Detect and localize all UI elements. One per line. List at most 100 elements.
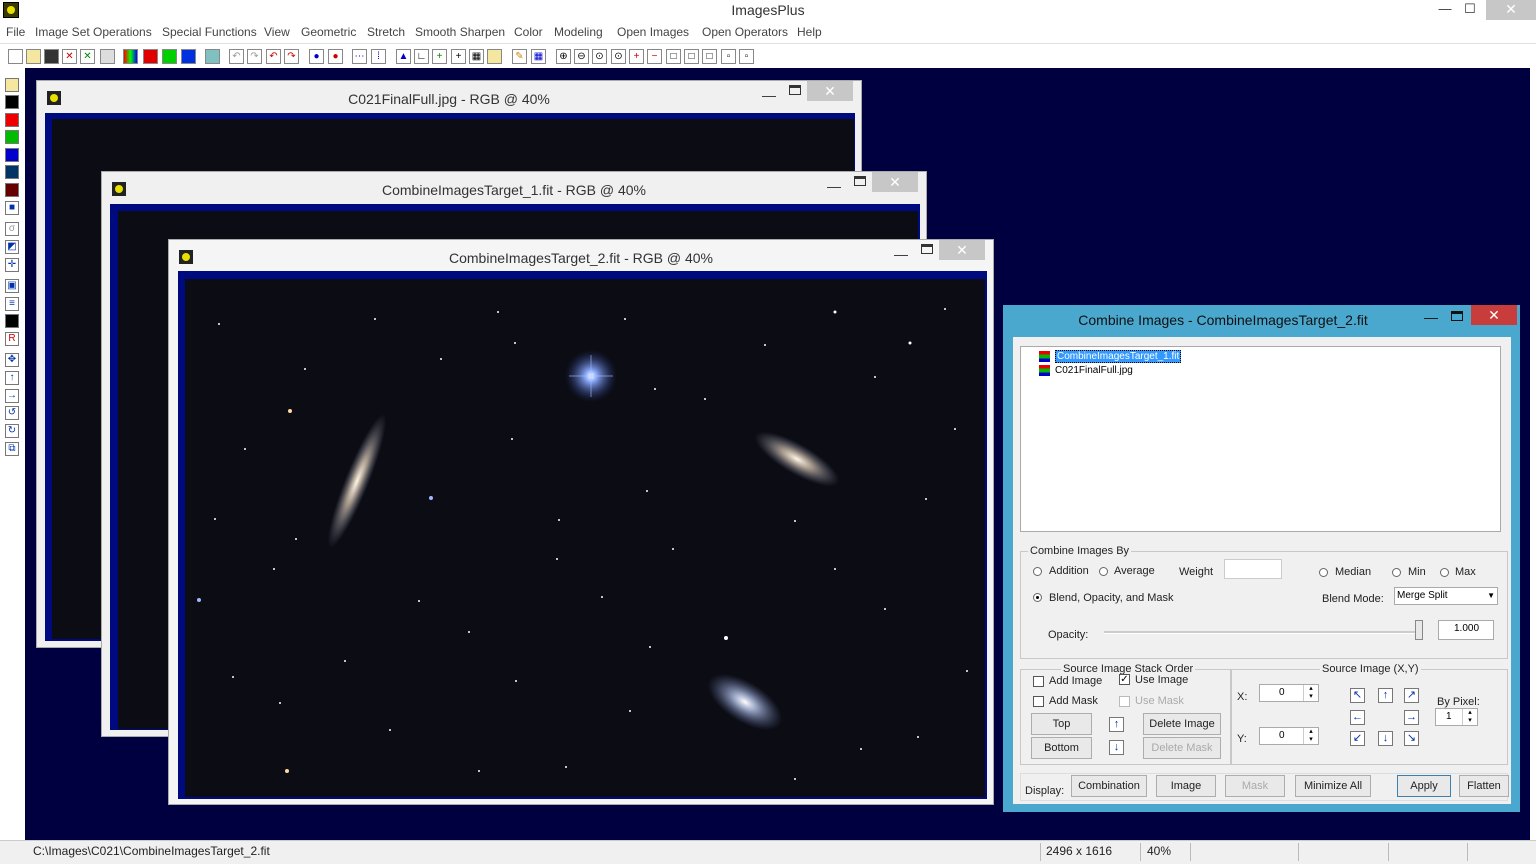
table-icon[interactable]: ▦ <box>531 49 546 64</box>
window-minimize-button[interactable]: — <box>827 178 841 194</box>
nudge-down-left-icon[interactable]: ↙ <box>1350 731 1365 746</box>
add-image-checkbox[interactable] <box>1033 676 1044 687</box>
tool-rotate-left-icon[interactable]: ↺ <box>5 406 19 420</box>
max-radio[interactable] <box>1440 568 1449 577</box>
image-stack-list[interactable]: CombineImagesTarget_1.fit C021FinalFull.… <box>1020 346 1501 532</box>
shrink-icon[interactable]: − <box>647 49 662 64</box>
tool-save-icon[interactable] <box>5 78 19 92</box>
tool-cyan-icon[interactable] <box>5 165 19 179</box>
dialog-close-button[interactable]: ✕ <box>1471 305 1517 325</box>
x-spinner[interactable]: ▴ ▾ <box>1303 685 1318 701</box>
menu-open-images[interactable]: Open Images <box>617 25 689 39</box>
tool-move-icon[interactable]: ✥ <box>5 353 19 367</box>
tool-rotate-right-icon[interactable]: ↻ <box>5 424 19 438</box>
rgb-channels-icon[interactable] <box>123 49 138 64</box>
blue-channel-icon[interactable] <box>181 49 196 64</box>
flatten-button[interactable]: Flatten <box>1459 775 1509 797</box>
histogram-icon[interactable]: ▲ <box>396 49 411 64</box>
y-spinner[interactable]: ▴ ▾ <box>1303 728 1318 744</box>
image-window-combineimagestarget-2[interactable]: CombineImagesTarget_2.fit - RGB @ 40% — … <box>168 239 994 805</box>
tool-up-arrow-icon[interactable]: ↑ <box>5 371 19 385</box>
delete-mask-button[interactable]: Delete Mask <box>1143 737 1221 759</box>
use-mask-checkbox[interactable] <box>1119 696 1130 707</box>
menu-open-operators[interactable]: Open Operators <box>702 25 788 39</box>
mask-button[interactable]: Mask <box>1225 775 1285 797</box>
close-image-icon[interactable]: ✕ <box>62 49 77 64</box>
opacity-slider-track[interactable] <box>1104 631 1416 634</box>
menu-color[interactable]: Color <box>514 25 543 39</box>
target-icon[interactable]: ● <box>309 49 324 64</box>
nudge-up-left-icon[interactable]: ↖ <box>1350 688 1365 703</box>
menu-image-set-operations[interactable]: Image Set Operations <box>35 25 152 39</box>
green-channel-icon[interactable] <box>162 49 177 64</box>
average-radio[interactable] <box>1099 567 1108 576</box>
crosshair-alt-icon[interactable]: + <box>451 49 466 64</box>
window-close-button[interactable]: ✕ <box>939 240 985 260</box>
window-small-icon[interactable]: ▫ <box>721 49 736 64</box>
opacity-slider-thumb[interactable] <box>1415 620 1423 640</box>
scatter-icon[interactable]: ⁞ <box>371 49 386 64</box>
by-pixel-spinner[interactable]: ▴ ▾ <box>1462 709 1477 725</box>
zoom-in-icon[interactable]: ⊕ <box>556 49 571 64</box>
menu-smooth-sharpen[interactable]: Smooth Sharpen <box>415 25 505 39</box>
galaxy-image[interactable] <box>185 279 985 797</box>
list-item[interactable]: C021FinalFull.jpg <box>1055 365 1133 376</box>
apply-button[interactable]: Apply <box>1397 775 1451 797</box>
tool-blue-icon[interactable] <box>5 148 19 162</box>
opacity-input[interactable]: 1.000 <box>1438 620 1494 640</box>
palette-icon[interactable] <box>487 49 502 64</box>
nudge-left-icon[interactable]: ← <box>1350 710 1365 725</box>
nudge-right-icon[interactable]: → <box>1404 710 1419 725</box>
red-channel-icon[interactable] <box>143 49 158 64</box>
tool-green-icon[interactable] <box>5 130 19 144</box>
weight-input[interactable] <box>1224 559 1282 579</box>
blend-mode-select[interactable]: Merge Split ▼ <box>1394 587 1498 605</box>
tool-dark-icon[interactable] <box>5 183 19 197</box>
zoom-fit-icon[interactable]: ⊙ <box>592 49 607 64</box>
new-icon[interactable] <box>8 49 23 64</box>
screen-icon[interactable] <box>205 49 220 64</box>
nudge-down-right-icon[interactable]: ↘ <box>1404 731 1419 746</box>
frame-icon[interactable]: □ <box>666 49 681 64</box>
tool-black-icon[interactable] <box>5 95 19 109</box>
zoom-actual-icon[interactable]: ⊙ <box>611 49 626 64</box>
bottom-button[interactable]: Bottom <box>1031 737 1092 759</box>
expand-icon[interactable]: + <box>629 49 644 64</box>
zoom-out-icon[interactable]: ⊖ <box>574 49 589 64</box>
minimize-all-button[interactable]: Minimize All <box>1295 775 1371 797</box>
grid-icon[interactable]: ▦ <box>469 49 484 64</box>
use-image-checkbox[interactable]: ✓ <box>1119 674 1130 685</box>
frame-alt-icon[interactable]: □ <box>684 49 699 64</box>
delete-image-button[interactable]: Delete Image <box>1143 713 1221 735</box>
image-button[interactable]: Image <box>1156 775 1216 797</box>
redo-icon[interactable]: ↷ <box>284 49 299 64</box>
menu-special-functions[interactable]: Special Functions <box>162 25 257 39</box>
cancel-icon[interactable]: ✕ <box>80 49 95 64</box>
dialog-maximize-button[interactable] <box>1451 311 1463 321</box>
y-input[interactable]: 0 ▴ ▾ <box>1259 727 1319 745</box>
menu-file[interactable]: File <box>6 25 25 39</box>
move-up-icon[interactable]: ↑ <box>1109 717 1124 732</box>
menu-geometric[interactable]: Geometric <box>301 25 356 39</box>
nudge-up-right-icon[interactable]: ↗ <box>1404 688 1419 703</box>
combination-button[interactable]: Combination <box>1071 775 1147 797</box>
close-button[interactable]: ✕ <box>1486 0 1536 20</box>
move-down-icon[interactable]: ↓ <box>1109 740 1124 755</box>
menu-view[interactable]: View <box>264 25 290 39</box>
top-button[interactable]: Top <box>1031 713 1092 735</box>
window-close-button[interactable]: ✕ <box>872 172 918 192</box>
x-input[interactable]: 0 ▴ ▾ <box>1259 684 1319 702</box>
list-item[interactable]: CombineImagesTarget_1.fit <box>1055 350 1182 363</box>
redo-disabled-icon[interactable]: ↷ <box>247 49 262 64</box>
nudge-up-icon[interactable]: ↑ <box>1378 688 1393 703</box>
print-icon[interactable] <box>100 49 115 64</box>
tool-fill-icon[interactable] <box>5 314 19 328</box>
window-minimize-button[interactable]: — <box>762 87 776 103</box>
tool-red-icon[interactable] <box>5 113 19 127</box>
dialog-minimize-button[interactable]: — <box>1424 309 1438 325</box>
addition-radio[interactable] <box>1033 567 1042 576</box>
undo-disabled-icon[interactable]: ↶ <box>229 49 244 64</box>
star-icon[interactable]: ● <box>328 49 343 64</box>
dotted-line-icon[interactable]: ⋯ <box>352 49 367 64</box>
tool-lasso-icon[interactable]: σ <box>5 222 19 236</box>
